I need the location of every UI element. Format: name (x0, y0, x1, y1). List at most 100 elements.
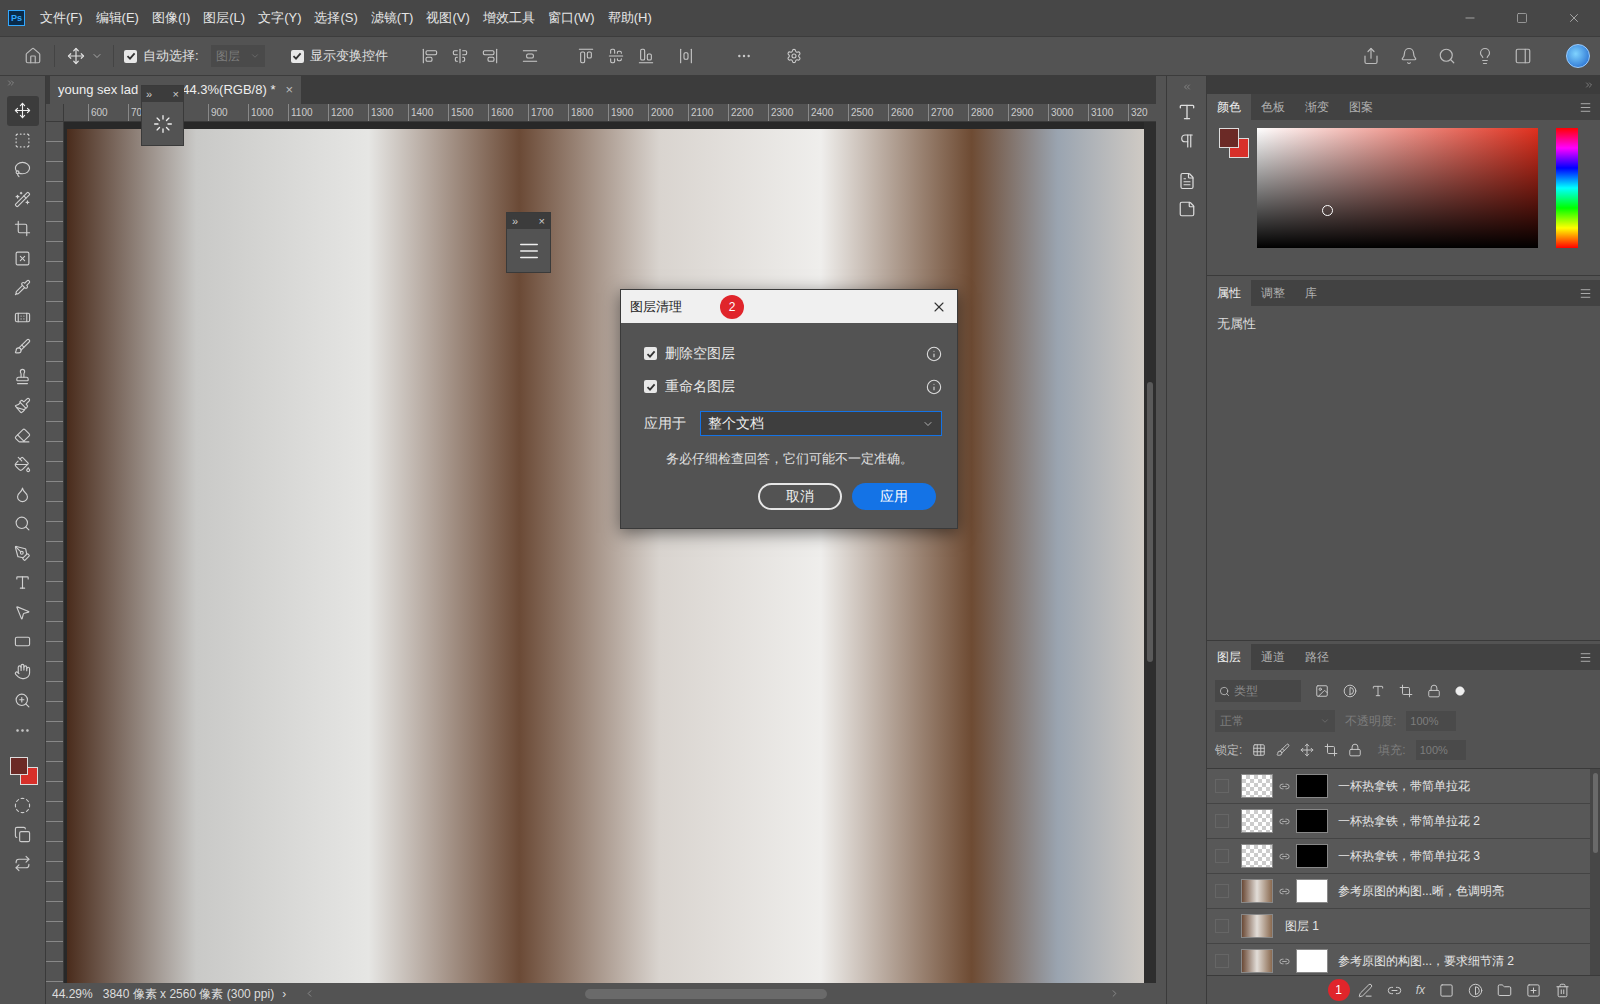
align-vcenter-icon[interactable] (608, 48, 624, 64)
tool-button[interactable] (7, 716, 39, 746)
tool-button[interactable] (7, 332, 39, 362)
menu-item[interactable]: 窗口(W) (548, 8, 595, 28)
color-swatches[interactable] (6, 753, 40, 787)
visibility-toggle[interactable] (1215, 779, 1229, 793)
layer-mask[interactable] (1296, 809, 1328, 833)
panel-expand[interactable]: » (512, 216, 518, 227)
zoom-level[interactable]: 44.29% (52, 985, 93, 1003)
visibility-toggle[interactable] (1215, 814, 1229, 828)
tool-button[interactable] (7, 273, 39, 303)
tool-button[interactable] (7, 568, 39, 598)
panel-foreground-swatch[interactable] (1219, 128, 1239, 148)
notes-panel-icon[interactable] (1178, 200, 1196, 218)
cancel-button[interactable]: 取消 (758, 483, 842, 510)
link-layers-icon[interactable] (1387, 983, 1402, 998)
edit-toolbar-icon[interactable] (14, 855, 31, 872)
floating-panel[interactable]: »× (506, 212, 551, 273)
search-icon[interactable] (1438, 47, 1456, 65)
info-icon[interactable] (926, 379, 942, 395)
visibility-toggle[interactable] (1215, 954, 1229, 968)
filter-shape-icon[interactable] (1399, 684, 1413, 698)
tool-button[interactable] (7, 244, 39, 274)
panel-tab[interactable]: 库 (1295, 280, 1327, 306)
tool-button[interactable] (7, 686, 39, 716)
lock-transparent-icon[interactable] (1252, 743, 1266, 757)
character-panel-icon[interactable] (1177, 102, 1197, 122)
delete-layer-icon[interactable] (1555, 983, 1570, 998)
layer-filter[interactable]: 类型 (1215, 680, 1301, 702)
workspace-icon[interactable] (1514, 47, 1532, 65)
distribute-v-icon[interactable] (678, 48, 694, 64)
menu-item[interactable]: 图像(I) (152, 8, 190, 28)
bell-icon[interactable] (1400, 47, 1418, 65)
align-left-icon[interactable] (422, 48, 438, 64)
toolbar-collapse-icon[interactable] (6, 78, 16, 88)
menu-item[interactable]: 增效工具 (483, 8, 535, 28)
horizontal-scrollbar[interactable] (585, 989, 827, 999)
layer-row[interactable]: 图层 1 (1207, 909, 1590, 944)
tool-button[interactable] (7, 421, 39, 451)
tool-button[interactable] (7, 155, 39, 185)
filter-pixel-icon[interactable] (1315, 684, 1329, 698)
lock-artboard-icon[interactable] (1324, 743, 1338, 757)
panel-menu-icon[interactable] (1579, 651, 1592, 664)
tool-button[interactable] (7, 509, 39, 539)
panel-tab[interactable]: 图层 (1207, 644, 1251, 670)
visibility-toggle[interactable] (1215, 919, 1229, 933)
tool-button[interactable] (7, 214, 39, 244)
contextual-panel-icon[interactable] (518, 240, 540, 262)
adjustment-layer-icon[interactable] (1468, 983, 1483, 998)
panel-tab[interactable]: 色板 (1251, 94, 1295, 120)
align-bottom-icon[interactable] (638, 48, 654, 64)
tool-button[interactable] (7, 96, 39, 126)
scroll-right-icon[interactable] (1109, 988, 1120, 999)
menu-item[interactable]: 选择(S) (314, 8, 357, 28)
layer-row[interactable]: 一杯热拿铁，带简单拉花 2 (1207, 804, 1590, 839)
floating-panel[interactable]: »× (141, 85, 184, 146)
cleanup-option[interactable]: 删除空图层 (644, 337, 934, 370)
tool-button[interactable] (7, 362, 39, 392)
tool-button[interactable] (7, 627, 39, 657)
menu-item[interactable]: 编辑(E) (96, 8, 139, 28)
menu-item[interactable]: 图层(L) (203, 8, 245, 28)
panel-tab[interactable]: 渐变 (1295, 94, 1339, 120)
close-icon[interactable] (1567, 11, 1581, 25)
panel-menu-icon[interactable] (1579, 101, 1592, 114)
generative-loading-icon[interactable] (153, 114, 173, 134)
new-layer-icon[interactable] (1526, 983, 1541, 998)
align-top-icon[interactable] (578, 48, 594, 64)
panel-close[interactable]: × (539, 216, 545, 227)
tool-button[interactable] (7, 185, 39, 215)
layer-row[interactable]: 参考原图的构图...，要求细节清 2 (1207, 944, 1590, 975)
quick-mask-icon[interactable] (14, 797, 31, 814)
panel-tab[interactable]: 颜色 (1207, 94, 1251, 120)
maximize-icon[interactable] (1516, 12, 1528, 24)
filter-toggle-icon[interactable] (1455, 686, 1465, 696)
menu-item[interactable]: 滤镜(T) (371, 8, 414, 28)
add-mask-icon[interactable] (1439, 983, 1454, 998)
minimize-icon[interactable] (1463, 11, 1477, 25)
foreground-swatch[interactable] (10, 757, 28, 775)
tool-button[interactable] (7, 126, 39, 156)
layer-mask[interactable] (1296, 879, 1328, 903)
tool-button[interactable] (7, 391, 39, 421)
more-options-icon[interactable] (736, 48, 752, 64)
panel-tab[interactable]: 路径 (1295, 644, 1339, 670)
apply-to-select[interactable]: 整个文档 (700, 411, 942, 436)
color-picker-handle[interactable] (1322, 205, 1333, 216)
lock-all-icon[interactable] (1348, 743, 1362, 757)
home-icon[interactable] (24, 47, 42, 65)
cleanup-option[interactable]: 重命名图层 (644, 370, 934, 403)
layer-mask[interactable] (1296, 774, 1328, 798)
tool-button[interactable] (7, 657, 39, 687)
visibility-toggle[interactable] (1215, 849, 1229, 863)
panel-tab[interactable]: 属性 (1207, 280, 1251, 306)
fx-button[interactable]: fx (1416, 981, 1425, 999)
document-close[interactable]: × (285, 80, 293, 100)
layer-row[interactable]: 一杯热拿铁，带简单拉花 (1207, 769, 1590, 804)
screen-mode-icon[interactable] (14, 826, 31, 843)
auto-select-checkbox[interactable] (124, 50, 137, 63)
layer-cleanup-icon[interactable] (1358, 983, 1373, 998)
distribute-h-icon[interactable] (522, 48, 538, 64)
menu-item[interactable]: 帮助(H) (608, 8, 652, 28)
